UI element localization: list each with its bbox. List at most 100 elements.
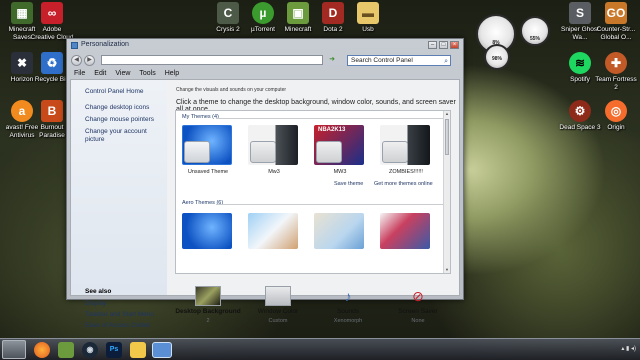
menu-help[interactable]: Help (165, 70, 179, 77)
utorrent-icon: µ (252, 2, 274, 24)
menu-bar: File Edit View Tools Help (67, 67, 463, 79)
themes-list: My Themes (4) Unsaved Theme Mw3 NBA2K13 (175, 110, 451, 274)
photoshop-icon[interactable]: Ps (106, 342, 122, 358)
scroll-down-icon[interactable]: ▼ (445, 267, 449, 273)
theme-label-unsaved: Unsaved Theme (187, 169, 229, 175)
window-preview (316, 141, 342, 163)
address-bar[interactable] (101, 55, 323, 65)
see-also-heading: See also (85, 288, 112, 295)
change-desktop-icons-link[interactable]: Change desktop icons (85, 104, 149, 112)
control-panel-icon[interactable] (152, 342, 172, 358)
search-placeholder: Search Control Panel (351, 57, 413, 64)
window-color-button[interactable]: Window Color Custom (245, 286, 311, 324)
ease-of-access-link[interactable]: Ease of Access Center (85, 322, 151, 330)
theme-thumbnail-mw3[interactable] (248, 125, 298, 165)
window-title: Personalization (81, 41, 129, 48)
page-subtitle: Change the visuals and sounds on your co… (176, 87, 287, 93)
close-button[interactable]: × (450, 41, 459, 49)
desktop-background-icon (195, 286, 221, 306)
aero-theme-landscapes[interactable] (380, 213, 430, 249)
back-button[interactable]: ◀ (71, 55, 82, 66)
theme-preview (380, 213, 430, 249)
explorer-icon[interactable] (130, 342, 146, 358)
theme-thumbnail-unsaved[interactable] (182, 125, 232, 165)
dota2-icon: D (322, 2, 344, 24)
window-controls: – □ × (428, 41, 459, 49)
change-mouse-pointers-link[interactable]: Change mouse pointers (85, 116, 154, 124)
sounds-label: Sounds (336, 308, 360, 315)
maximize-button[interactable]: □ (439, 41, 448, 49)
aero-theme-characters[interactable] (314, 213, 364, 249)
my-themes-header: My Themes (4) (182, 114, 219, 120)
menu-view[interactable]: View (115, 70, 130, 77)
desktop-icon-tf2[interactable]: ✚ Team Fortress 2 (594, 52, 638, 91)
menu-edit[interactable]: Edit (94, 70, 106, 77)
firefox-icon[interactable] (34, 342, 50, 358)
sniper-icon: S (569, 2, 591, 24)
get-more-themes-link[interactable]: Get more themes online (374, 181, 433, 187)
spotify-icon: ≋ (569, 52, 591, 74)
refresh-icon[interactable]: ➜ (327, 56, 337, 65)
theme-settings-bar: Desktop Background 2 Window Color Custom… (175, 286, 451, 332)
scroll-up-icon[interactable]: ▲ (445, 111, 449, 117)
screen-saver-value: None (411, 318, 425, 324)
taskbar-start-menu-link[interactable]: Taskbar and Start Menu (85, 311, 154, 319)
control-panel-home-link[interactable]: Control Panel Home (85, 88, 144, 96)
tf2-icon: ✚ (605, 52, 627, 74)
aero-theme-windows[interactable] (182, 213, 232, 249)
minecraft-icon[interactable] (58, 342, 74, 358)
save-theme-link[interactable]: Save theme (334, 181, 363, 187)
forward-button[interactable]: ▶ (84, 55, 95, 66)
title-bar[interactable]: Personalization – □ × (67, 39, 463, 53)
minecraft-icon: ▣ (287, 2, 309, 24)
origin-icon: ◎ (605, 100, 627, 122)
content-area: Control Panel Home Change desktop icons … (70, 79, 460, 329)
screen-saver-button[interactable]: ⊘ Screen Saver None (385, 286, 451, 324)
address-row: ◀ ▶ ➜ Search Control Panel ⌕ (67, 53, 463, 67)
system-tray[interactable]: ▴ ▮ ◂) (621, 345, 636, 352)
desktop-icon-usb[interactable]: ▬ Usb (346, 2, 390, 34)
screen-saver-icon: ⊘ (412, 288, 424, 304)
desktop-icon-origin[interactable]: ◎ Origin (594, 100, 638, 132)
theme-thumbnail-nba[interactable]: NBA2K13 (314, 125, 364, 165)
menu-file[interactable]: File (74, 70, 85, 77)
desktop-background-label: Desktop Background (175, 308, 241, 315)
nba-badge: NBA2K13 (318, 127, 346, 133)
steam-icon[interactable]: ◉ (82, 342, 98, 358)
divider (216, 204, 444, 205)
desktop-background-button[interactable]: Desktop Background 2 (175, 286, 241, 324)
themes-scrollbar[interactable]: ▲ ▼ (443, 111, 450, 273)
crysis-icon: C (217, 2, 239, 24)
personalization-icon (71, 42, 78, 49)
theme-thumbnail-zombies[interactable] (380, 125, 430, 165)
sidebar: Control Panel Home Change desktop icons … (71, 80, 167, 329)
start-button[interactable] (2, 340, 26, 359)
csgo-icon: GO (605, 2, 627, 24)
sounds-button[interactable]: ♪ Sounds Xenomorph (315, 286, 381, 324)
screen-saver-label: Screen Saver (398, 308, 438, 315)
deadspace-icon: ⚙ (569, 100, 591, 122)
window-preview (250, 141, 276, 163)
ram-gauge[interactable]: 55% (520, 16, 550, 46)
window-preview (382, 141, 408, 163)
burnout-icon: B (41, 100, 63, 122)
window-color-value: Custom (268, 318, 288, 324)
theme-label-mw3-nba: MW3 (333, 169, 347, 175)
display-link[interactable]: Display (85, 300, 106, 308)
menu-tools[interactable]: Tools (139, 70, 155, 77)
taskbar: ◉ Ps ▴ ▮ ◂) (0, 338, 640, 360)
adobe-cc-icon: ∞ (41, 2, 63, 24)
scroll-thumb[interactable] (445, 119, 449, 155)
aero-theme-architecture[interactable] (248, 213, 298, 249)
sounds-value: Xenomorph (333, 318, 363, 324)
sounds-icon: ♪ (344, 288, 352, 304)
disk-gauge[interactable]: 98% (484, 44, 510, 70)
minimize-button[interactable]: – (428, 41, 437, 49)
desktop-icon-adobe-cc[interactable]: ∞ Adobe Creative Cloud (30, 2, 74, 41)
search-input[interactable]: Search Control Panel ⌕ (347, 55, 451, 66)
desktop-icon-csgo[interactable]: GO Counter-Str... Global O... (594, 2, 638, 41)
change-account-picture-link[interactable]: Change your account picture (85, 128, 149, 143)
window-color-icon (265, 286, 291, 306)
theme-label-zombies: ZOMBIES!!!!!! (389, 169, 423, 175)
divider (216, 118, 444, 119)
